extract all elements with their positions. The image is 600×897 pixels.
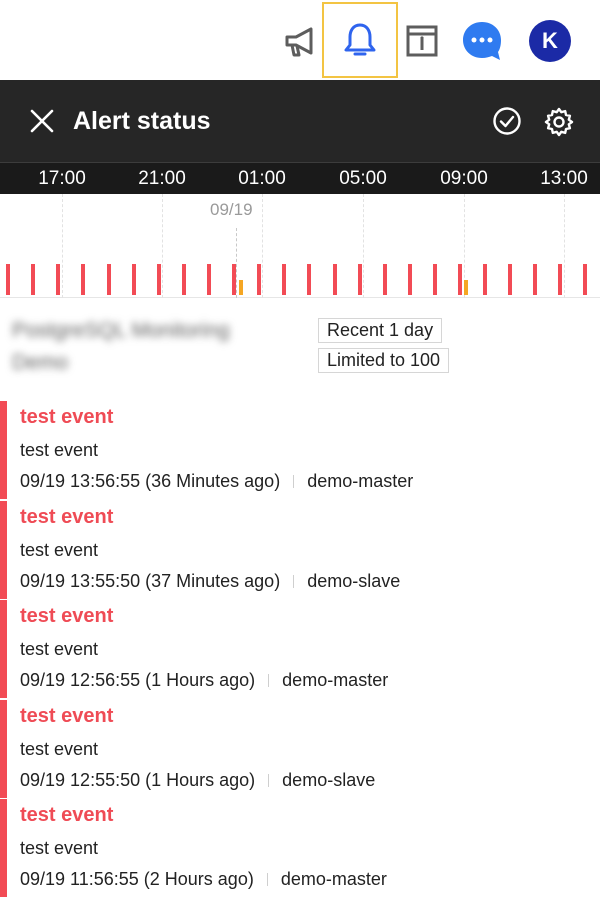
date-marker: 09/19	[210, 200, 253, 219]
event-bar[interactable]	[333, 264, 337, 295]
severity-stripe	[0, 799, 7, 897]
event-bar[interactable]	[483, 264, 487, 295]
project-name: PostgreSQL Monitoring Demo	[12, 319, 230, 374]
time-tick: 09:00	[440, 168, 488, 189]
event-bar[interactable]	[56, 264, 60, 295]
alert-meta: 09/19 13:55:50 (37 Minutes ago) demo-slav…	[20, 570, 400, 592]
alert-time: 09/19 12:56:55 (1 Hours ago)	[20, 670, 256, 690]
event-bar[interactable]	[508, 264, 512, 295]
meta-divider	[293, 574, 295, 588]
alert-message: test event	[20, 738, 99, 759]
close-icon[interactable]	[28, 107, 56, 135]
alert-host: demo-master	[280, 869, 387, 889]
event-bar[interactable]	[132, 264, 136, 295]
severity-stripe	[0, 699, 7, 798]
alert-title: test event	[20, 704, 114, 727]
event-bar[interactable]	[533, 264, 537, 295]
alert-meta: 09/19 11:56:55 (2 Hours ago) demo-master	[20, 868, 387, 890]
time-tick: 17:00	[38, 168, 86, 189]
alert-list: test event test event 09/19 13:56:55 (36…	[0, 401, 600, 897]
bell-icon[interactable]	[322, 2, 398, 78]
time-tick: 05:00	[339, 168, 387, 189]
avatar[interactable]: K	[529, 20, 571, 62]
alert-item[interactable]: test event test event 09/19 13:55:50 (37…	[0, 500, 600, 601]
grid-line	[162, 194, 163, 298]
event-bar[interactable]	[408, 264, 412, 295]
event-bar[interactable]	[31, 264, 35, 295]
range-chip[interactable]: Recent 1 day	[318, 318, 443, 343]
alert-message: test event	[20, 639, 99, 659]
meta-divider	[268, 674, 270, 687]
page-title: Alert status	[73, 107, 211, 135]
limit-chip[interactable]: Limited to 100	[318, 348, 450, 373]
news-icon[interactable]	[402, 21, 442, 61]
grid-line	[564, 194, 565, 298]
alert-time: 09/19 11:56:55 (2 Hours ago)	[20, 869, 254, 889]
alert-host: demo-master	[282, 670, 389, 690]
warning-bar[interactable]	[464, 280, 468, 295]
alert-title: test event	[20, 605, 114, 627]
event-bar[interactable]	[433, 264, 437, 295]
alert-host: demo-slave	[307, 570, 401, 591]
event-timeline[interactable]: 09/19	[0, 194, 600, 298]
alert-message: test event	[20, 539, 99, 560]
event-bar[interactable]	[558, 264, 562, 295]
filter-row: PostgreSQL Monitoring Demo Recent 1 day …	[0, 299, 600, 399]
check-circle-icon[interactable]	[490, 104, 524, 138]
event-bar[interactable]	[383, 264, 387, 295]
alert-title: test event	[20, 406, 114, 428]
gear-icon[interactable]	[541, 104, 577, 140]
severity-stripe	[0, 401, 7, 499]
time-axis: 17:00 21:00 01:00 05:00 09:00 13:00	[0, 162, 600, 194]
time-tick: 13:00	[540, 168, 588, 189]
alert-message: test event	[20, 838, 99, 858]
alert-title: test event	[20, 804, 114, 826]
severity-stripe	[0, 500, 7, 599]
chat-icon[interactable]	[461, 20, 503, 62]
top-bar: K	[0, 0, 600, 80]
event-bar[interactable]	[157, 264, 161, 295]
event-bar[interactable]	[81, 264, 85, 295]
event-bar[interactable]	[583, 264, 587, 295]
alert-meta: 09/19 13:56:55 (36 Minutes ago) demo-mast…	[20, 470, 413, 492]
alert-status-header: Alert status	[0, 80, 600, 162]
date-line	[236, 228, 237, 298]
alert-time: 09/19 12:55:50 (1 Hours ago)	[20, 769, 256, 790]
grid-line	[363, 194, 364, 298]
alert-host: demo-master	[307, 471, 414, 491]
event-bar[interactable]	[307, 264, 311, 295]
severity-stripe	[0, 600, 7, 698]
alert-title: test event	[20, 505, 114, 528]
grid-line	[62, 194, 63, 298]
event-bar[interactable]	[182, 264, 186, 295]
time-tick: 01:00	[238, 168, 286, 189]
alert-message: test event	[20, 440, 99, 460]
alert-meta: 09/19 12:56:55 (1 Hours ago) demo-master	[20, 669, 388, 691]
event-bar[interactable]	[257, 264, 261, 295]
event-bar[interactable]	[107, 264, 111, 295]
event-bar[interactable]	[282, 264, 286, 295]
alert-item[interactable]: test event test event 09/19 13:56:55 (36…	[0, 401, 600, 501]
alert-meta: 09/19 12:55:50 (1 Hours ago) demo-slave	[20, 769, 375, 791]
event-bar[interactable]	[358, 264, 362, 295]
event-bar[interactable]	[232, 264, 236, 295]
megaphone-icon[interactable]	[280, 22, 320, 62]
warning-bar[interactable]	[239, 280, 243, 295]
alert-host: demo-slave	[282, 769, 376, 790]
meta-divider	[293, 475, 295, 488]
alert-time: 09/19 13:55:50 (37 Minutes ago)	[20, 570, 281, 591]
meta-divider	[268, 773, 270, 787]
event-bar[interactable]	[6, 264, 10, 295]
alert-time: 09/19 13:56:55 (36 Minutes ago)	[20, 471, 281, 491]
alert-item[interactable]: test event test event 09/19 11:56:55 (2 …	[0, 799, 600, 897]
time-tick: 21:00	[138, 168, 186, 189]
grid-line	[262, 194, 263, 298]
event-bar[interactable]	[458, 264, 462, 295]
event-bar[interactable]	[207, 264, 211, 295]
alert-item[interactable]: test event test event 09/19 12:55:50 (1 …	[0, 699, 600, 800]
alert-item[interactable]: test event test event 09/19 12:56:55 (1 …	[0, 600, 600, 700]
meta-divider	[266, 873, 268, 886]
